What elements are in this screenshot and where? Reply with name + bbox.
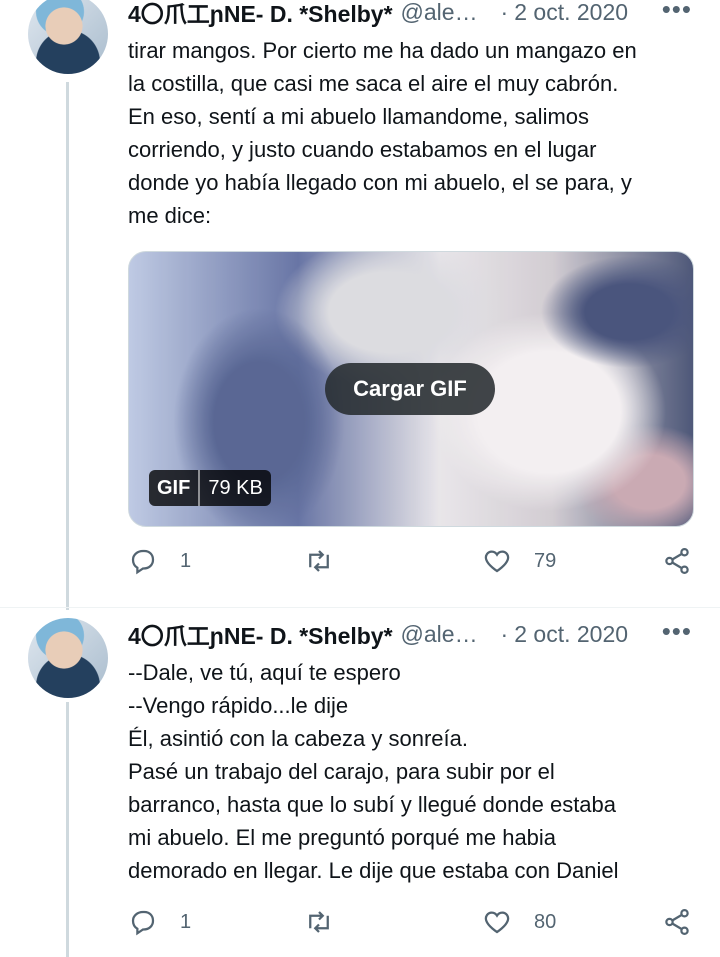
tweet-header: 4〇爪工ɲNE- D. *Shelby* @alex… · 2 oct. 202… <box>128 616 692 651</box>
load-gif-button[interactable]: Cargar GIF <box>325 363 495 415</box>
author-name[interactable]: 4〇爪工ɲNE- D. *Shelby* <box>128 0 393 29</box>
share-button[interactable] <box>662 907 692 937</box>
thread-line <box>66 82 69 610</box>
reply-button[interactable]: 1 <box>128 546 191 576</box>
more-icon[interactable]: ••• <box>662 0 692 25</box>
avatar[interactable] <box>28 0 108 74</box>
gif-media[interactable]: Cargar GIF GIF 79 KB <box>128 251 694 527</box>
like-button[interactable]: 79 <box>482 546 556 576</box>
like-button[interactable]: 80 <box>482 907 556 937</box>
like-count: 80 <box>534 910 557 933</box>
reply-count: 1 <box>180 549 192 572</box>
share-icon <box>665 909 689 935</box>
action-bar: 1 80 <box>128 907 692 941</box>
reply-icon <box>131 549 155 575</box>
retweet-icon <box>309 550 329 572</box>
tweet-text: --Dale, ve tú, aquí te espero --Vengo rá… <box>128 660 619 883</box>
heart-icon <box>484 550 510 573</box>
share-button[interactable] <box>662 546 692 576</box>
share-icon <box>665 548 689 574</box>
timestamp[interactable]: 2 oct. 2020 <box>514 0 628 26</box>
retweet-button[interactable] <box>304 907 334 937</box>
author-handle[interactable]: @alex… <box>401 621 487 648</box>
tweet-divider <box>0 607 720 608</box>
retweet-button[interactable] <box>304 546 334 576</box>
retweet-icon <box>309 911 329 933</box>
gif-label: GIF <box>157 476 191 499</box>
tweet[interactable]: 4〇爪工ɲNE- D. *Shelby* @alex… · 2 oct. 202… <box>0 0 720 610</box>
reply-count: 1 <box>180 910 192 933</box>
tweet[interactable]: 4〇爪工ɲNE- D. *Shelby* @alex… · 2 oct. 202… <box>0 612 720 957</box>
gif-size: 79 KB <box>208 476 263 499</box>
thread-line <box>66 702 69 957</box>
separator-dot: · <box>500 620 509 647</box>
reply-icon <box>131 910 155 936</box>
separator-dot: · <box>500 0 509 25</box>
avatar[interactable] <box>28 618 108 698</box>
author-name[interactable]: 4〇爪工ɲNE- D. *Shelby* <box>128 617 393 651</box>
like-count: 79 <box>534 549 557 572</box>
timestamp[interactable]: 2 oct. 2020 <box>514 621 628 648</box>
tweet-text: tirar mangos. Por cierto me ha dado un m… <box>128 38 637 228</box>
gif-badge: GIF 79 KB <box>149 470 271 506</box>
action-bar: 1 79 <box>128 546 692 580</box>
more-icon[interactable]: ••• <box>662 616 692 647</box>
author-handle[interactable]: @alex… <box>401 0 487 26</box>
reply-button[interactable]: 1 <box>128 907 191 937</box>
heart-icon <box>484 911 510 934</box>
tweet-header: 4〇爪工ɲNE- D. *Shelby* @alex… · 2 oct. 202… <box>128 0 692 29</box>
